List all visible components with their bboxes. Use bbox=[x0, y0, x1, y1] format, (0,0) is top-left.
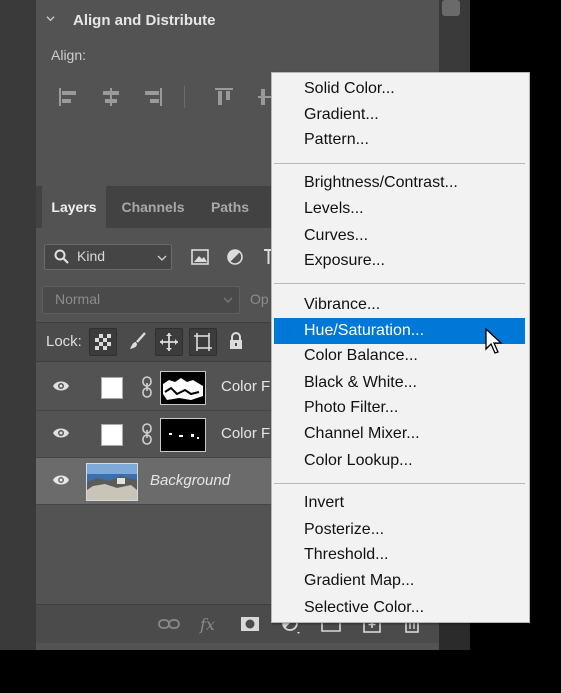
menu-item-gradient[interactable]: Gradient... bbox=[274, 103, 525, 127]
svg-text:fx: fx bbox=[199, 615, 215, 634]
link-chain-icon[interactable] bbox=[140, 422, 154, 446]
menu-item-label: Selective Color... bbox=[304, 599, 425, 616]
align-top-edges-icon[interactable] bbox=[213, 86, 235, 108]
tab-layers[interactable]: Layers bbox=[42, 186, 106, 228]
menu-item-label: Channel Mixer... bbox=[304, 425, 420, 442]
fx-layer-style-icon[interactable]: fx bbox=[198, 613, 220, 635]
mouse-pointer-icon bbox=[485, 327, 503, 354]
menu-item-label: Black & White... bbox=[304, 374, 417, 391]
chevron-down-icon bbox=[157, 255, 167, 261]
menu-item-exposure[interactable]: Exposure... bbox=[274, 249, 525, 273]
tab-channels[interactable]: Channels bbox=[112, 186, 194, 228]
menu-item-label: Posterize... bbox=[304, 521, 385, 538]
menu-item-threshold[interactable]: Threshold... bbox=[274, 543, 525, 567]
align-right-edges-icon[interactable] bbox=[142, 86, 164, 108]
menu-item-label: Color Balance... bbox=[304, 347, 418, 364]
lock-image-pixels-button[interactable] bbox=[125, 328, 151, 354]
blend-mode-dropdown[interactable]: Normal bbox=[42, 286, 240, 314]
filter-kind-label: Kind bbox=[77, 248, 106, 264]
eye-icon[interactable] bbox=[52, 426, 70, 440]
menu-item-invert[interactable]: Invert bbox=[274, 491, 525, 515]
search-icon bbox=[54, 249, 69, 264]
menu-item-label: Vibrance... bbox=[304, 296, 381, 313]
chevron-down-icon bbox=[223, 297, 233, 303]
menu-item-label: Hue/Saturation... bbox=[304, 322, 425, 339]
menu-separator bbox=[274, 163, 525, 164]
link-chain-icon[interactable] bbox=[140, 375, 154, 399]
menu-item-channel-mixer[interactable]: Channel Mixer... bbox=[274, 422, 525, 446]
menu-item-label: Exposure... bbox=[304, 252, 385, 269]
align-label: Align: bbox=[51, 47, 87, 63]
menu-item-label: Solid Color... bbox=[304, 80, 395, 97]
checkerboard-icon bbox=[95, 334, 111, 350]
menu-item-label: Photo Filter... bbox=[304, 399, 399, 416]
menu-separator bbox=[274, 283, 525, 284]
menu-item-label: Pattern... bbox=[304, 131, 369, 148]
menu-item-posterize[interactable]: Posterize... bbox=[274, 518, 525, 542]
artboard-icon bbox=[194, 333, 212, 351]
lock-label: Lock: bbox=[46, 333, 82, 350]
menu-separator bbox=[274, 483, 525, 484]
layer-name[interactable]: Color Fi bbox=[221, 378, 274, 395]
lock-position-button[interactable] bbox=[155, 328, 183, 356]
align-left-edges-icon[interactable] bbox=[57, 86, 79, 108]
layer-mask-thumbnail[interactable] bbox=[160, 418, 206, 452]
landscape-photo-icon bbox=[87, 464, 137, 500]
align-divider bbox=[184, 86, 185, 108]
menu-item-pattern[interactable]: Pattern... bbox=[274, 128, 525, 152]
brush-icon bbox=[130, 332, 146, 349]
menu-item-solid-color[interactable]: Solid Color... bbox=[274, 77, 525, 101]
layer-name[interactable]: Color Fi bbox=[221, 425, 274, 442]
menu-item-label: Gradient... bbox=[304, 106, 379, 123]
background-thumbnail[interactable] bbox=[86, 463, 138, 501]
menu-item-label: Invert bbox=[304, 494, 345, 511]
link-layers-icon[interactable] bbox=[158, 613, 180, 635]
mask-preview-icon bbox=[169, 433, 199, 439]
add-mask-icon[interactable] bbox=[239, 613, 261, 635]
lock-transparent-pixels-button[interactable] bbox=[89, 328, 117, 356]
menu-item-label: Curves... bbox=[304, 227, 369, 244]
menu-item-label: Threshold... bbox=[304, 546, 389, 563]
eye-icon[interactable] bbox=[52, 379, 70, 393]
align-panel-title: Align and Distribute bbox=[73, 12, 216, 29]
lock-icon bbox=[230, 332, 242, 349]
menu-item-vibrance[interactable]: Vibrance... bbox=[274, 293, 525, 317]
align-horizontal-centers-icon[interactable] bbox=[100, 86, 122, 108]
filter-kind-dropdown[interactable]: Kind bbox=[44, 244, 172, 270]
chevron-down-icon[interactable] bbox=[46, 14, 55, 23]
blend-mode-label: Normal bbox=[55, 291, 101, 307]
layer-name[interactable]: Background bbox=[150, 472, 230, 489]
lock-all-button[interactable] bbox=[223, 328, 249, 354]
menu-item-black-white[interactable]: Black & White... bbox=[274, 371, 525, 395]
tab-paths[interactable]: Paths bbox=[200, 186, 260, 228]
menu-item-label: Levels... bbox=[304, 200, 364, 217]
layer-mask-thumbnail[interactable] bbox=[160, 371, 206, 405]
left-dock-strip bbox=[0, 0, 37, 650]
opacity-label: Op bbox=[250, 291, 269, 307]
menu-item-color-lookup[interactable]: Color Lookup... bbox=[274, 449, 525, 473]
menu-item-brightness-contrast[interactable]: Brightness/Contrast... bbox=[274, 171, 525, 195]
lock-artboard-button[interactable] bbox=[189, 328, 217, 356]
menu-item-levels[interactable]: Levels... bbox=[274, 197, 525, 221]
menu-item-selective-color[interactable]: Selective Color... bbox=[274, 596, 525, 620]
menu-item-label: Gradient Map... bbox=[304, 572, 415, 589]
scrollbar-thumb[interactable] bbox=[442, 0, 460, 16]
menu-item-photo-filter[interactable]: Photo Filter... bbox=[274, 396, 525, 420]
menu-item-curves[interactable]: Curves... bbox=[274, 224, 525, 248]
adjustment-thumbnail[interactable] bbox=[101, 424, 123, 446]
pixel-layer-filter-icon[interactable] bbox=[190, 247, 210, 267]
mask-preview-icon bbox=[163, 378, 203, 400]
eye-icon[interactable] bbox=[52, 473, 70, 487]
adjustment-thumbnail[interactable] bbox=[101, 377, 123, 399]
menu-item-label: Color Lookup... bbox=[304, 452, 413, 469]
menu-item-label: Brightness/Contrast... bbox=[304, 174, 458, 191]
move-arrows-icon bbox=[160, 333, 178, 351]
menu-item-gradient-map[interactable]: Gradient Map... bbox=[274, 569, 525, 593]
adjustment-layer-filter-icon[interactable] bbox=[225, 247, 245, 267]
